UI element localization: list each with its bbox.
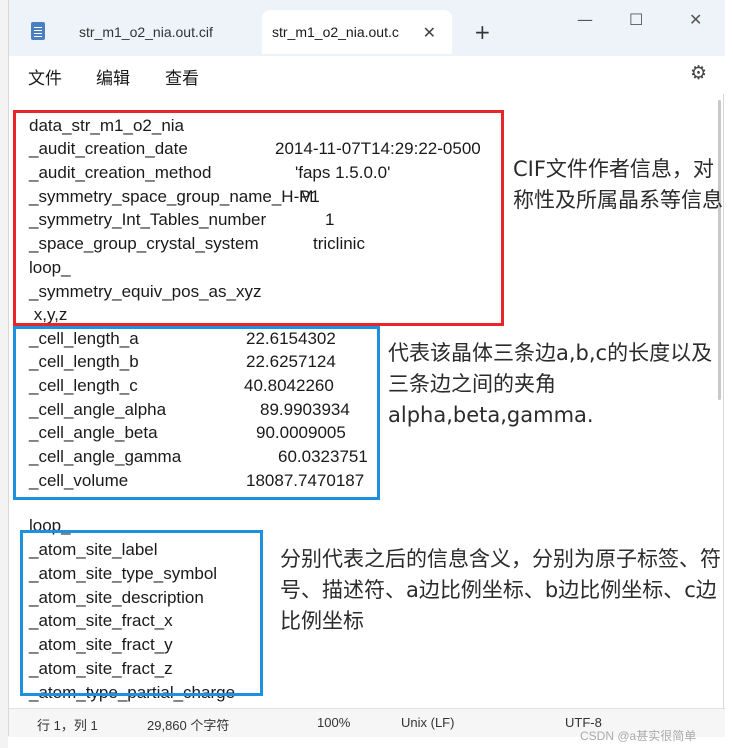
maximize-icon[interactable]: ☐ <box>629 10 643 29</box>
background-strip <box>0 0 8 748</box>
menu-bar: 文件 编辑 查看 ⚙ <box>9 56 725 94</box>
close-window-icon[interactable]: ✕ <box>689 10 702 29</box>
annotation-text-blue-atom: 分别代表之后的信息含义，分别为原子标签、符号、描述符、a边比例坐标、b边比例坐标… <box>280 547 721 633</box>
new-tab-icon[interactable]: + <box>474 20 491 44</box>
tab-file-2-active[interactable]: str_m1_o2_nia.out.c ✕ <box>262 10 452 54</box>
zoom-level[interactable]: 100% <box>317 715 350 730</box>
menu-edit[interactable]: 编辑 <box>96 64 130 89</box>
menu-file[interactable]: 文件 <box>28 64 62 89</box>
annotation-box-blue-cell <box>13 326 380 500</box>
tab-file-1[interactable]: str_m1_o2_nia.out.cif <box>69 10 259 54</box>
annotation-text-blue-cell: 代表该晶体三条边a,b,c的长度以及三条边之间的夹角alpha,beta,gam… <box>388 341 713 427</box>
close-tab-icon[interactable]: ✕ <box>423 23 436 43</box>
title-bar: str_m1_o2_nia.out.cif str_m1_o2_nia.out.… <box>9 0 725 60</box>
notepad-app-icon <box>31 22 45 40</box>
annotation-box-blue-atom <box>20 530 263 696</box>
annotation-text-red: CIF文件作者信息，对称性及所属晶系等信息 <box>513 157 723 212</box>
tab-label: str_m1_o2_nia.out.cif <box>79 24 213 40</box>
minimize-icon[interactable]: — <box>577 10 593 29</box>
watermark: CSDN @a甚实很简单 <box>580 729 697 743</box>
annotation-box-red <box>13 110 504 326</box>
cursor-position: 行 1，列 1 <box>37 718 98 733</box>
char-count: 29,860 个字符 <box>147 718 230 733</box>
line-ending[interactable]: Unix (LF) <box>401 715 454 730</box>
tab-label: str_m1_o2_nia.out.c <box>272 24 399 40</box>
gear-icon[interactable]: ⚙ <box>690 62 707 84</box>
menu-view[interactable]: 查看 <box>165 64 199 89</box>
